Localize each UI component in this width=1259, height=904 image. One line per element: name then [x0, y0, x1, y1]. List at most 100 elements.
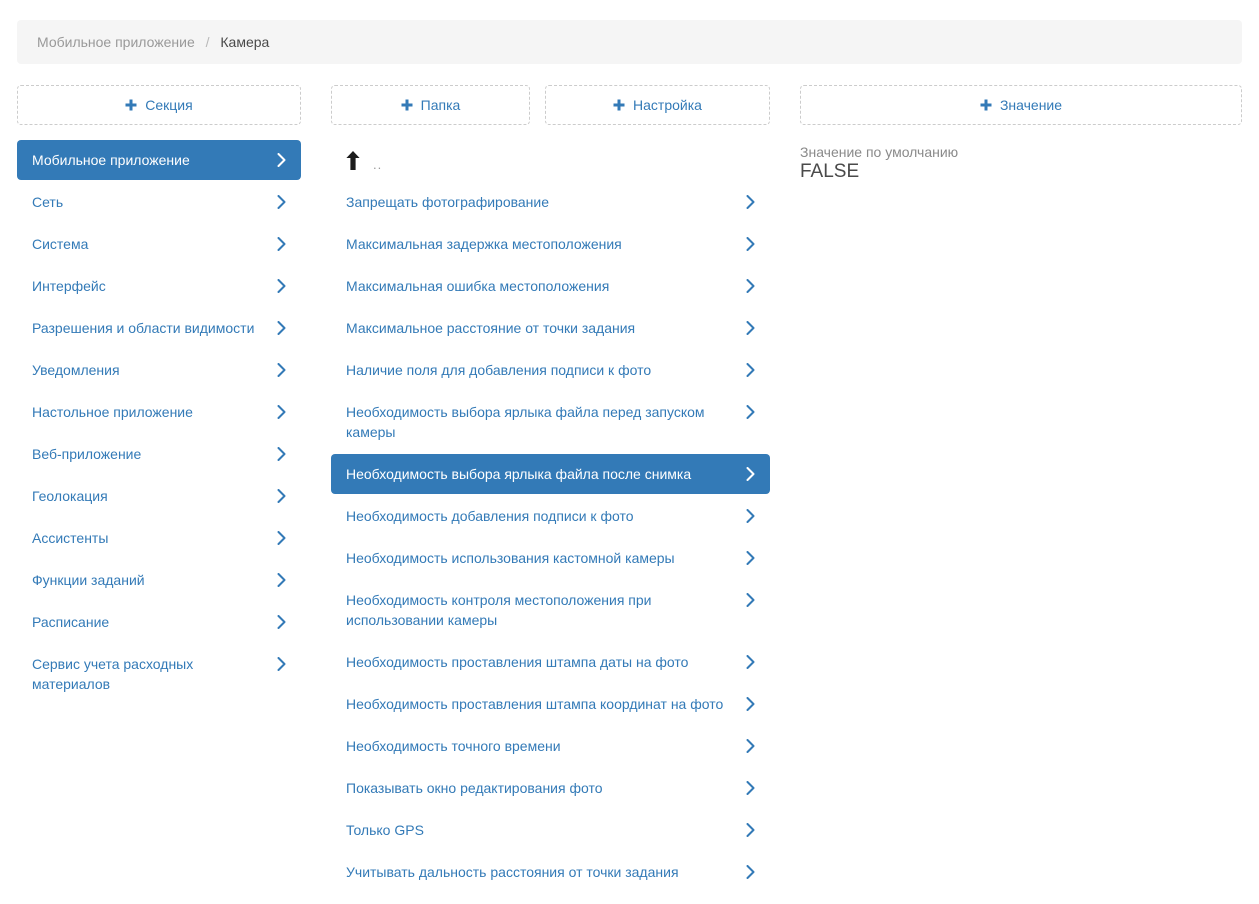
setting-item-label: Максимальное расстояние от точки задания [346, 318, 746, 338]
setting-item[interactable]: Учитывать дальность расстояния от точки … [331, 852, 770, 892]
setting-item[interactable]: Наличие поля для добавления подписи к фо… [331, 350, 770, 390]
sidebar-item[interactable]: Веб-приложение [17, 434, 301, 474]
setting-item-label: Необходимость точного времени [346, 736, 746, 756]
setting-item-label: Необходимость контроля местоположения пр… [346, 590, 746, 630]
settings-list: Запрещать фотографирование Максимальная … [331, 182, 770, 892]
setting-item[interactable]: Показывать окно редактирования фото [331, 768, 770, 808]
setting-item-label: Необходимость проставления штампа коорди… [346, 694, 746, 714]
breadcrumb-current: Камера [220, 34, 269, 50]
setting-item-label: Максимальная задержка местоположения [346, 234, 746, 254]
setting-item[interactable]: Максимальная ошибка местоположения [331, 266, 770, 306]
chevron-right-icon [277, 279, 286, 293]
page: Мобильное приложение / Камера Секция Моб… [0, 0, 1259, 894]
chevron-right-icon [746, 279, 755, 293]
setting-item-label: Показывать окно редактирования фото [346, 778, 746, 798]
setting-item[interactable]: Только GPS [331, 810, 770, 850]
sidebar-item[interactable]: Уведомления [17, 350, 301, 390]
sidebar-item-label: Ассистенты [32, 528, 277, 548]
chevron-right-icon [277, 573, 286, 587]
sidebar-item-label: Интерфейс [32, 276, 277, 296]
settings-column: Папка Настройка .. Запрещать фотографи [331, 85, 770, 894]
add-folder-button[interactable]: Папка [331, 85, 530, 125]
setting-item[interactable]: Необходимость выбора ярлыка файла после … [331, 454, 770, 494]
setting-item-label: Необходимость выбора ярлыка файла после … [346, 464, 746, 484]
setting-item-label: Учитывать дальность расстояния от точки … [346, 862, 746, 882]
chevron-right-icon [746, 739, 755, 753]
chevron-right-icon [746, 655, 755, 669]
sidebar-item[interactable]: Система [17, 224, 301, 264]
setting-item[interactable]: Необходимость выбора ярлыка файла перед … [331, 392, 770, 452]
sidebar-item-label: Мобильное приложение [32, 150, 277, 170]
columns: Секция Мобильное приложение Сеть Система… [17, 85, 1242, 894]
chevron-right-icon [746, 865, 755, 879]
setting-item-label: Максимальная ошибка местоположения [346, 276, 746, 296]
chevron-right-icon [746, 593, 755, 607]
chevron-right-icon [746, 509, 755, 523]
sidebar-item[interactable]: Функции заданий [17, 560, 301, 600]
sidebar-item-label: Уведомления [32, 360, 277, 380]
sidebar-item-label: Веб-приложение [32, 444, 277, 464]
setting-item[interactable]: Необходимость точного времени [331, 726, 770, 766]
add-value-button[interactable]: Значение [800, 85, 1242, 125]
chevron-right-icon [746, 237, 755, 251]
sidebar-item[interactable]: Разрешения и области видимости [17, 308, 301, 348]
settings-list-wrap: .. Запрещать фотографирование Максимальн… [331, 140, 770, 892]
sidebar-item[interactable]: Расписание [17, 602, 301, 642]
add-section-button[interactable]: Секция [17, 85, 301, 125]
breadcrumb-parent-link[interactable]: Мобильное приложение [37, 34, 195, 50]
sections-column: Секция Мобильное приложение Сеть Система… [17, 85, 301, 706]
sidebar-item[interactable]: Интерфейс [17, 266, 301, 306]
add-folder-label: Папка [421, 97, 461, 113]
setting-item[interactable]: Необходимость использования кастомной ка… [331, 538, 770, 578]
setting-item[interactable]: Запрещать фотографирование [331, 182, 770, 222]
setting-item-label: Необходимость выбора ярлыка файла перед … [346, 402, 746, 442]
chevron-right-icon [277, 489, 286, 503]
arrow-up-icon [346, 151, 360, 170]
plus-icon [980, 99, 992, 111]
setting-item[interactable]: Максимальная задержка местоположения [331, 224, 770, 264]
chevron-right-icon [746, 467, 755, 481]
setting-item[interactable]: Необходимость контроля местоположения пр… [331, 580, 770, 640]
chevron-right-icon [277, 237, 286, 251]
setting-item-label: Необходимость проставления штампа даты н… [346, 652, 746, 672]
setting-item-label: Запрещать фотографирование [346, 192, 746, 212]
sidebar-item[interactable]: Ассистенты [17, 518, 301, 558]
setting-item[interactable]: Необходимость добавления подписи к фото [331, 496, 770, 536]
add-setting-label: Настройка [633, 97, 702, 113]
setting-item[interactable]: Необходимость проставления штампа даты н… [331, 642, 770, 682]
chevron-right-icon [277, 615, 286, 629]
chevron-right-icon [746, 823, 755, 837]
add-section-label: Секция [145, 97, 192, 113]
chevron-right-icon [277, 657, 286, 671]
chevron-right-icon [277, 363, 286, 377]
values-column: Значение Значение по умолчанию FALSE [800, 85, 1242, 183]
chevron-right-icon [277, 321, 286, 335]
plus-icon [401, 99, 413, 111]
value-panel: Значение по умолчанию FALSE [800, 143, 1242, 183]
add-value-label: Значение [1000, 97, 1062, 113]
sidebar-item[interactable]: Настольное приложение [17, 392, 301, 432]
sidebar-item[interactable]: Мобильное приложение [17, 140, 301, 180]
sidebar-item[interactable]: Геолокация [17, 476, 301, 516]
setting-item-label: Необходимость использования кастомной ка… [346, 548, 746, 568]
sidebar-item-label: Геолокация [32, 486, 277, 506]
breadcrumb-separator: / [206, 34, 210, 50]
sidebar-item-label: Сервис учета расходных материалов [32, 654, 277, 694]
sidebar-item[interactable]: Сервис учета расходных материалов [17, 644, 301, 704]
go-up-item[interactable]: .. [331, 140, 770, 180]
chevron-right-icon [277, 153, 286, 167]
add-setting-button[interactable]: Настройка [545, 85, 770, 125]
chevron-right-icon [746, 781, 755, 795]
sidebar-item-label: Расписание [32, 612, 277, 632]
chevron-right-icon [277, 195, 286, 209]
sidebar-item-label: Разрешения и области видимости [32, 318, 277, 338]
setting-item[interactable]: Необходимость проставления штампа коорди… [331, 684, 770, 724]
chevron-right-icon [277, 405, 286, 419]
chevron-right-icon [746, 321, 755, 335]
setting-item[interactable]: Максимальное расстояние от точки задания [331, 308, 770, 348]
sidebar-item[interactable]: Сеть [17, 182, 301, 222]
chevron-right-icon [746, 405, 755, 419]
sections-list: Мобильное приложение Сеть Система Интерф… [17, 140, 301, 704]
breadcrumb: Мобильное приложение / Камера [17, 20, 1242, 64]
sidebar-item-label: Настольное приложение [32, 402, 277, 422]
